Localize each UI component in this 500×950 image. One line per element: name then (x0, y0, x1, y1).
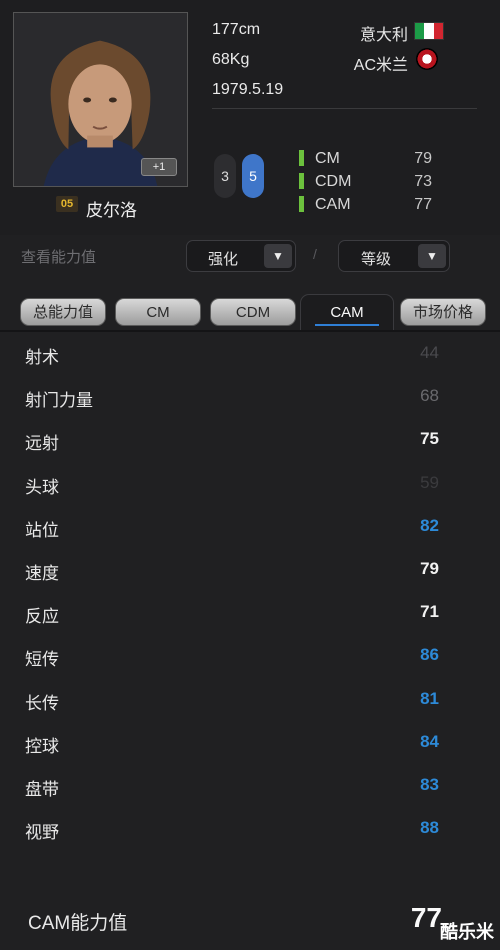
stat-name: 长传 (25, 693, 59, 713)
stat-row: 射术 44 (0, 332, 500, 375)
tab-cm[interactable]: CM (115, 298, 201, 326)
position-row-cam: CAM 77 (297, 194, 432, 216)
stat-name: 射门力量 (25, 391, 93, 411)
stat-name: 速度 (25, 563, 59, 583)
position-name: CM (315, 150, 340, 167)
tab-cam-label: CAM (330, 304, 364, 321)
position-row-cm: CM 79 (297, 148, 432, 170)
position-rating: 79 (414, 150, 432, 167)
stat-name: 反应 (25, 607, 59, 627)
ac-milan-logo-icon (416, 48, 438, 70)
tab-cdm[interactable]: CDM (210, 298, 296, 326)
player-country: 意大利 (359, 27, 408, 44)
player-name: 皮尔洛 (86, 201, 137, 220)
position-bar (299, 173, 304, 189)
player-weight: 68Kg (212, 51, 250, 68)
enhance-dropdown-value: 强化 (207, 251, 238, 268)
player-height: 177cm (212, 21, 261, 38)
tab-overall[interactable]: 总能力值 (20, 298, 106, 326)
stat-list: 射术 44 射门力量 68 远射 75 头球 59 站位 82 速度 79 反应 71 短传 8… (0, 332, 500, 850)
stat-value: 59 (420, 472, 439, 492)
stat-row: 头球 59 (0, 462, 500, 505)
stat-value: 82 (420, 515, 439, 535)
stat-name: 头球 (25, 477, 59, 497)
enhance-dropdown[interactable]: 强化 ▼ (186, 240, 296, 272)
stat-value: 84 (420, 731, 439, 751)
stat-name: 短传 (25, 650, 59, 670)
stat-row: 盘带 83 (0, 764, 500, 807)
chevron-down-icon[interactable]: ▼ (264, 244, 292, 268)
stat-row: 远射 75 (0, 418, 500, 461)
chevron-down-icon[interactable]: ▼ (418, 244, 446, 268)
player-club: AC米兰 (353, 57, 408, 74)
player-photo: +1 (13, 12, 188, 187)
stat-name: 视野 (25, 823, 59, 843)
stat-value: 79 (420, 558, 439, 578)
italy-flag-icon (414, 22, 444, 40)
stat-row: 控球 84 (0, 721, 500, 764)
right-foot-icon: 5 (242, 154, 264, 198)
position-name: CDM (315, 173, 352, 190)
level-dropdown[interactable]: 等级 ▼ (338, 240, 450, 272)
stat-row: 速度 79 (0, 548, 500, 591)
stat-row: 站位 82 (0, 505, 500, 548)
position-rating: 73 (414, 173, 432, 190)
plus-badge: +1 (141, 158, 177, 176)
position-name: CAM (315, 196, 351, 213)
tab-cam[interactable]: CAM (300, 294, 394, 330)
total-rating-value: 77 (410, 902, 442, 933)
stat-value: 81 (420, 688, 439, 708)
stat-row: 反应 71 (0, 591, 500, 634)
tab-market-price[interactable]: 市场价格 (400, 298, 486, 326)
stat-row: 视野 88 (0, 807, 500, 850)
player-header: +1 05 皮尔洛 177cm 68Kg 1979.5.19 意大利 AC米兰 … (0, 0, 500, 235)
stat-value: 88 (420, 818, 439, 838)
active-tab-indicator (315, 324, 379, 326)
watermark: 酷乐米 (440, 922, 494, 942)
season-badge: 05 (56, 196, 78, 212)
position-row-cdm: CDM 73 (297, 171, 432, 193)
level-dropdown-value: 等级 (360, 251, 391, 268)
stat-value: 86 (420, 645, 439, 665)
stat-value: 83 (420, 774, 439, 794)
position-bar (299, 196, 304, 212)
stat-value: 44 (420, 343, 439, 362)
stat-name: 控球 (25, 736, 59, 756)
stat-name: 远射 (25, 434, 59, 454)
stat-value: 71 (420, 602, 439, 622)
view-ability-label: 查看能力值 (21, 249, 97, 266)
stat-value: 68 (420, 386, 439, 406)
stat-row: 射门力量 68 (0, 375, 500, 418)
player-birthdate: 1979.5.19 (212, 81, 284, 98)
stat-row: 长传 81 (0, 678, 500, 721)
stat-name: 射术 (25, 348, 59, 367)
left-foot-icon: 3 (214, 154, 236, 198)
total-rating-label: CAM能力值 (28, 913, 128, 934)
separator: / (313, 246, 317, 262)
stat-value: 75 (420, 429, 439, 449)
stat-name: 站位 (25, 520, 59, 540)
position-bar (299, 150, 304, 166)
stat-name: 盘带 (25, 779, 59, 799)
info-divider (212, 108, 477, 109)
stat-row: 短传 86 (0, 634, 500, 677)
position-rating: 77 (414, 196, 432, 213)
